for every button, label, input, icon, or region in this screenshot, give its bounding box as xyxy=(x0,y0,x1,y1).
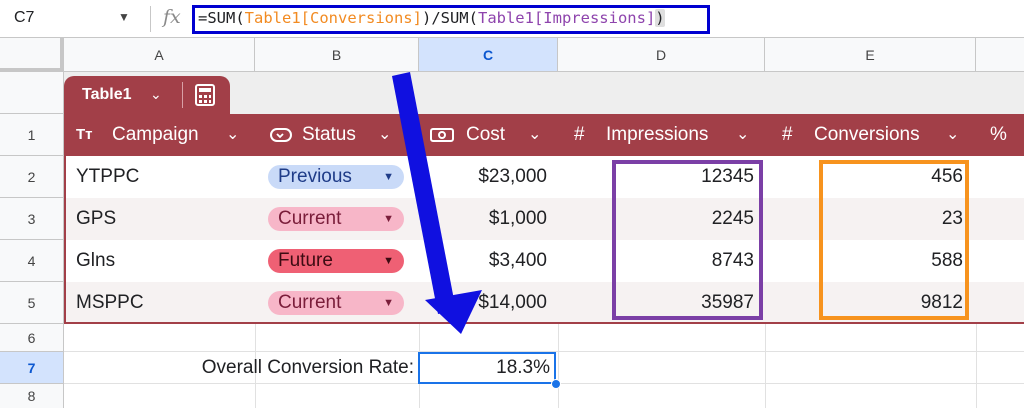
conversions-highlight-box xyxy=(819,160,969,320)
cell-cost[interactable]: $14,000 xyxy=(419,282,547,324)
cell-campaign[interactable]: MSPPC xyxy=(76,282,144,324)
calculator-icon[interactable] xyxy=(194,84,216,106)
currency-icon xyxy=(430,128,454,142)
row-header-8[interactable]: 8 xyxy=(0,384,64,408)
header-conversions[interactable]: Conversions xyxy=(814,114,920,156)
column-header-b[interactable]: B xyxy=(255,38,419,72)
row-header-5[interactable]: 5 xyxy=(0,282,64,324)
formula-ref-conversions: Table1[Conversions] xyxy=(244,9,422,27)
row-header-6[interactable]: 6 xyxy=(0,324,64,352)
name-box[interactable]: C7 xyxy=(14,9,34,27)
table-name[interactable]: Table1 xyxy=(82,86,132,104)
row-header-blank xyxy=(0,72,64,114)
chevron-down-icon[interactable]: ⌄ xyxy=(378,114,391,156)
status-chip-label: Future xyxy=(278,250,333,271)
chevron-down-icon[interactable]: ⌄ xyxy=(226,114,239,156)
table-tab-divider xyxy=(182,82,183,108)
status-chip[interactable]: Future ▼ xyxy=(268,249,404,273)
fx-icon: fx xyxy=(163,6,181,28)
column-header-f[interactable] xyxy=(976,38,1024,72)
status-chip-label: Current xyxy=(278,292,342,313)
select-all-corner[interactable] xyxy=(0,38,64,72)
cell-campaign[interactable]: Glns xyxy=(76,240,115,282)
header-cost[interactable]: Cost xyxy=(466,114,505,156)
number-type-icon: # xyxy=(574,124,585,145)
cell-cost[interactable]: $23,000 xyxy=(419,156,547,198)
row-header-1[interactable]: 1 xyxy=(0,114,64,156)
gridline xyxy=(558,324,559,408)
number-type-icon: # xyxy=(782,124,793,145)
impressions-highlight-box xyxy=(612,160,763,320)
chevron-down-icon[interactable]: ⌄ xyxy=(150,86,162,103)
caret-down-icon: ▼ xyxy=(383,213,394,225)
formula-suffix: ) xyxy=(655,9,665,27)
row-header-4[interactable]: 4 xyxy=(0,240,64,282)
formula-prefix: =SUM( xyxy=(198,9,245,27)
column-header-a[interactable]: A xyxy=(64,38,255,72)
formula-mid: )/SUM( xyxy=(421,9,478,27)
header-campaign[interactable]: Campaign xyxy=(112,114,199,156)
caret-down-icon: ▼ xyxy=(383,255,394,267)
cell-campaign[interactable]: YTPPC xyxy=(76,156,139,198)
status-chip-label: Current xyxy=(278,208,342,229)
status-chip-label: Previous xyxy=(278,166,352,187)
conversion-rate-label: Overall Conversion Rate: xyxy=(201,357,414,378)
formula-input[interactable]: =SUM(Table1[Conversions])/SUM(Table1[Imp… xyxy=(198,9,665,27)
formula-ref-impressions: Table1[Impressions] xyxy=(477,9,656,27)
cell-cost[interactable]: $1,000 xyxy=(419,198,547,240)
status-chip[interactable]: Current ▼ xyxy=(268,291,404,315)
header-impressions[interactable]: Impressions xyxy=(606,114,708,156)
table-border xyxy=(64,156,66,324)
chevron-down-icon[interactable]: ⌄ xyxy=(946,114,959,156)
status-chip[interactable]: Previous ▼ xyxy=(268,165,404,189)
cell-cost[interactable]: $3,400 xyxy=(419,240,547,282)
column-header-d[interactable]: D xyxy=(558,38,765,72)
row-header-7[interactable]: 7 xyxy=(0,352,64,384)
gridline xyxy=(976,324,977,408)
row-header-2[interactable]: 2 xyxy=(0,156,64,198)
table-border xyxy=(64,322,1024,324)
formula-bar-divider xyxy=(150,6,151,32)
fill-handle[interactable] xyxy=(551,379,561,389)
caret-down-icon: ▼ xyxy=(383,297,394,309)
name-box-dropdown-icon[interactable]: ▼ xyxy=(118,10,130,24)
dropdown-chip-icon xyxy=(270,128,292,142)
status-chip[interactable]: Current ▼ xyxy=(268,207,404,231)
gridline xyxy=(765,324,766,408)
header-percent[interactable]: % xyxy=(990,114,1007,156)
conversion-rate-value[interactable]: 18.3% xyxy=(420,353,550,383)
column-header-e[interactable]: E xyxy=(765,38,976,72)
column-header-c[interactable]: C xyxy=(419,38,558,72)
row-header-3[interactable]: 3 xyxy=(0,198,64,240)
chevron-down-icon[interactable]: ⌄ xyxy=(736,114,749,156)
header-status[interactable]: Status xyxy=(302,114,356,156)
cell-campaign[interactable]: GPS xyxy=(76,198,116,240)
caret-down-icon: ▼ xyxy=(383,171,394,183)
text-type-icon: Tт xyxy=(76,126,93,143)
chevron-down-icon[interactable]: ⌄ xyxy=(528,114,541,156)
